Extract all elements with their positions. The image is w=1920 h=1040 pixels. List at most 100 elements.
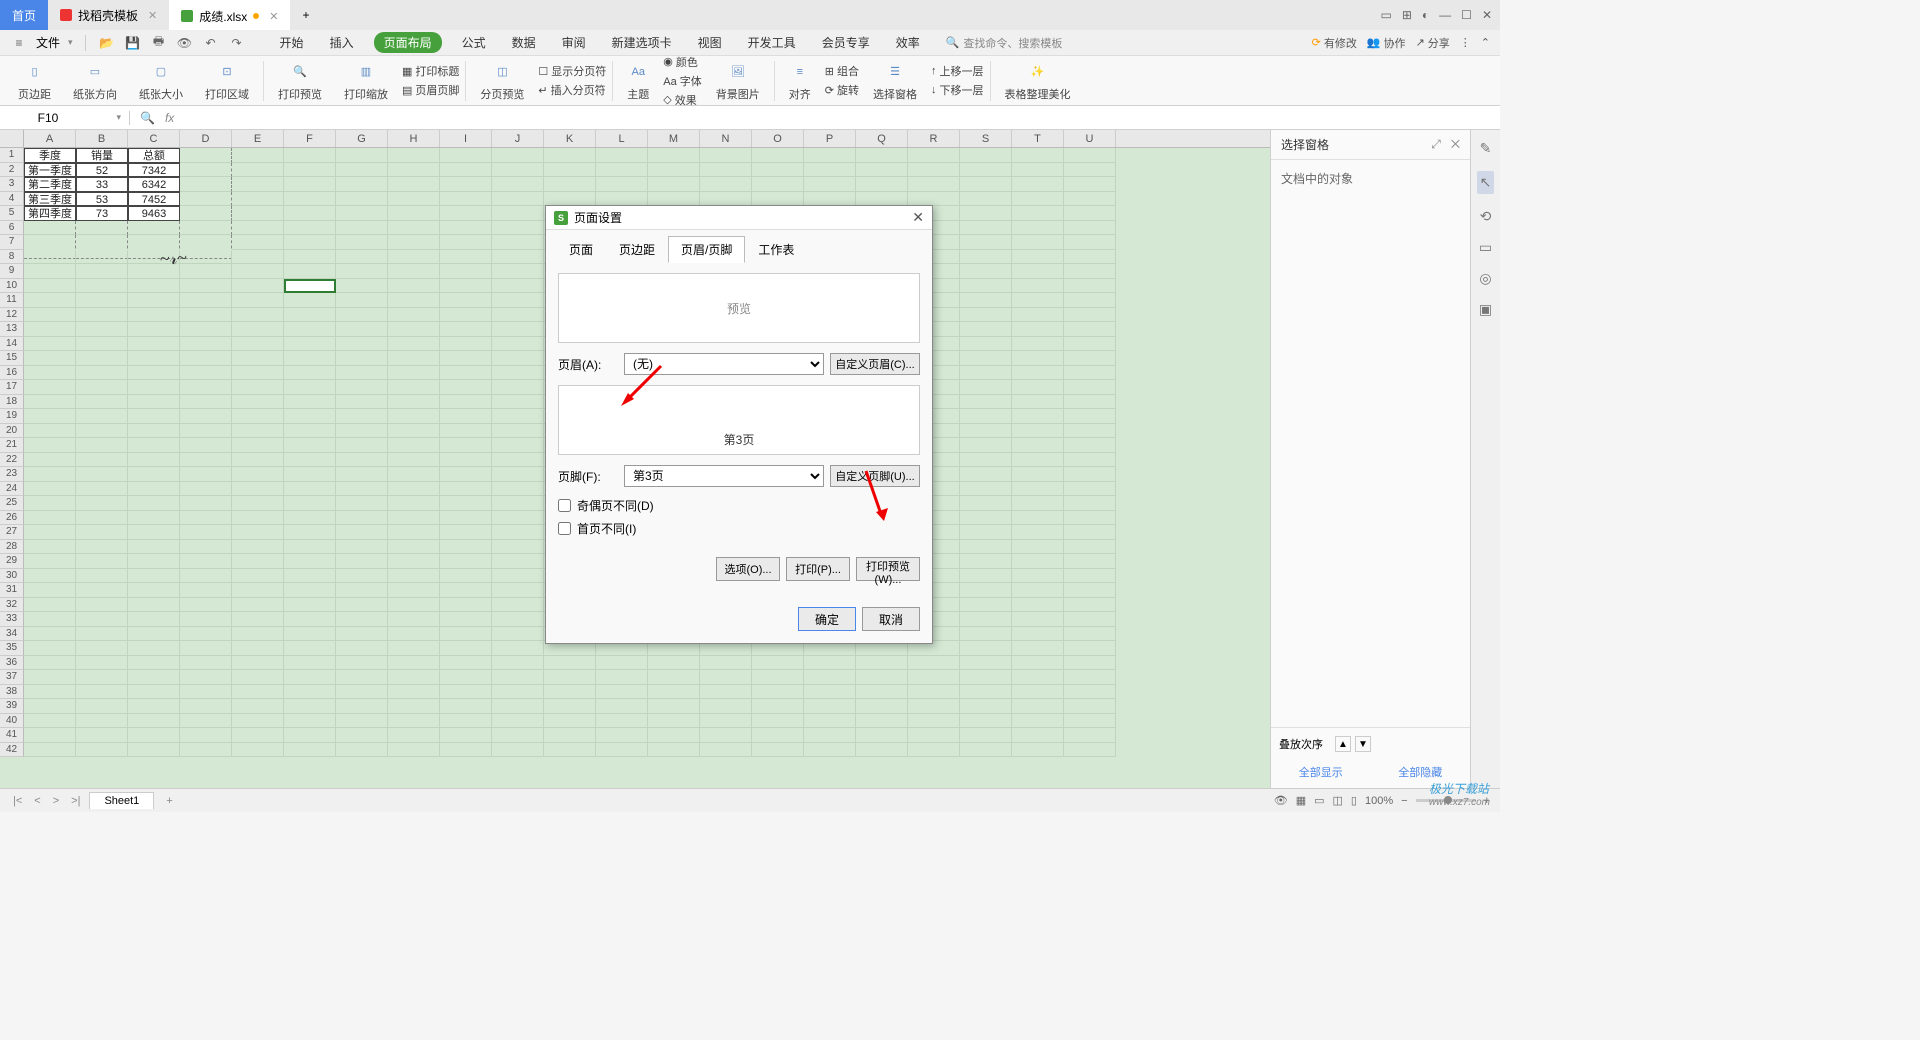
cell[interactable] [128, 438, 180, 453]
cell[interactable] [492, 467, 544, 482]
cell[interactable] [180, 380, 232, 395]
cell[interactable] [960, 685, 1012, 700]
fx-icon[interactable]: 🔍 [140, 111, 155, 125]
cell[interactable] [336, 221, 388, 236]
cell[interactable] [804, 163, 856, 178]
close-dialog-icon[interactable]: ✕ [912, 209, 924, 226]
row-header[interactable]: 31 [0, 583, 24, 598]
cell[interactable] [76, 598, 128, 613]
cell[interactable] [336, 525, 388, 540]
cell[interactable] [804, 148, 856, 163]
cell[interactable] [440, 221, 492, 236]
tab-file[interactable]: 成绩.xlsx ✕ [169, 0, 290, 30]
cell[interactable] [388, 467, 440, 482]
cell[interactable] [544, 148, 596, 163]
page-view-icon[interactable]: ◫ [1333, 794, 1343, 807]
cell[interactable] [388, 525, 440, 540]
cell[interactable]: 第三季度 [24, 192, 76, 207]
cell[interactable] [76, 351, 128, 366]
rotate-button[interactable]: ⟳ 旋转 [825, 82, 859, 98]
cell[interactable] [1064, 525, 1116, 540]
cell[interactable] [336, 366, 388, 381]
cell[interactable] [492, 554, 544, 569]
cell[interactable] [336, 279, 388, 294]
fx-label[interactable]: fx [165, 111, 174, 125]
cell[interactable] [388, 656, 440, 671]
cell[interactable] [440, 685, 492, 700]
cell[interactable] [284, 699, 336, 714]
cell[interactable] [284, 583, 336, 598]
cell[interactable] [700, 670, 752, 685]
cell[interactable] [180, 554, 232, 569]
cell[interactable] [1064, 250, 1116, 265]
cell[interactable] [856, 670, 908, 685]
print-icon[interactable]: 🖶 [150, 34, 168, 52]
cell[interactable] [1012, 264, 1064, 279]
cell[interactable] [24, 627, 76, 642]
cell[interactable] [1012, 409, 1064, 424]
cell[interactable] [440, 322, 492, 337]
cell[interactable] [232, 496, 284, 511]
cell[interactable] [24, 395, 76, 410]
cell[interactable] [76, 467, 128, 482]
colors-button[interactable]: ◉ 颜色 [663, 54, 702, 70]
row-header[interactable]: 24 [0, 482, 24, 497]
cell[interactable] [1064, 612, 1116, 627]
cell[interactable] [960, 612, 1012, 627]
col-header[interactable]: R [908, 130, 960, 147]
cell[interactable] [24, 670, 76, 685]
cell[interactable] [960, 554, 1012, 569]
cell[interactable] [1064, 177, 1116, 192]
header-select[interactable]: (无) [624, 353, 824, 375]
size-button[interactable]: ▢纸张大小 [131, 58, 191, 104]
cell[interactable] [492, 743, 544, 758]
cell[interactable] [1064, 685, 1116, 700]
cell[interactable] [752, 148, 804, 163]
cell[interactable] [648, 714, 700, 729]
cell[interactable] [960, 337, 1012, 352]
cell[interactable] [128, 380, 180, 395]
cell[interactable] [804, 728, 856, 743]
cell[interactable] [180, 409, 232, 424]
cell[interactable] [960, 424, 1012, 439]
cell[interactable] [388, 714, 440, 729]
cell[interactable] [180, 308, 232, 323]
cell[interactable] [492, 612, 544, 627]
cell[interactable] [284, 627, 336, 642]
tab-efficiency[interactable]: 效率 [890, 32, 926, 53]
cell[interactable] [492, 192, 544, 207]
cell[interactable] [24, 612, 76, 627]
col-header[interactable]: G [336, 130, 388, 147]
cell[interactable] [388, 685, 440, 700]
cell[interactable] [700, 148, 752, 163]
cell[interactable] [960, 395, 1012, 410]
cell[interactable] [128, 308, 180, 323]
row-header[interactable]: 12 [0, 308, 24, 323]
cell[interactable] [180, 699, 232, 714]
cell[interactable] [960, 714, 1012, 729]
print-area-button[interactable]: ⊡打印区域 [197, 58, 257, 104]
cell[interactable] [128, 482, 180, 497]
cell[interactable] [1012, 453, 1064, 468]
cell[interactable] [336, 612, 388, 627]
cell[interactable] [440, 641, 492, 656]
header-footer-button[interactable]: ▤ 页眉页脚 [402, 82, 459, 98]
cell[interactable] [440, 453, 492, 468]
cell[interactable] [180, 670, 232, 685]
cell[interactable] [1012, 612, 1064, 627]
maximize-icon[interactable]: ☐ [1461, 8, 1472, 22]
cell[interactable] [1064, 540, 1116, 555]
cell[interactable] [440, 424, 492, 439]
cell[interactable] [492, 308, 544, 323]
minimize-icon[interactable]: — [1439, 8, 1451, 22]
command-search[interactable]: 🔍 查找命令、搜索模板 [946, 35, 1063, 51]
cell[interactable] [336, 714, 388, 729]
cell[interactable] [1064, 438, 1116, 453]
cell[interactable] [284, 177, 336, 192]
more-icon[interactable]: ⋮ [1460, 36, 1471, 49]
cell[interactable] [960, 569, 1012, 584]
cell[interactable] [440, 670, 492, 685]
row-header[interactable]: 1 [0, 148, 24, 163]
cell[interactable] [336, 569, 388, 584]
target-icon[interactable]: ◎ [1479, 270, 1491, 287]
